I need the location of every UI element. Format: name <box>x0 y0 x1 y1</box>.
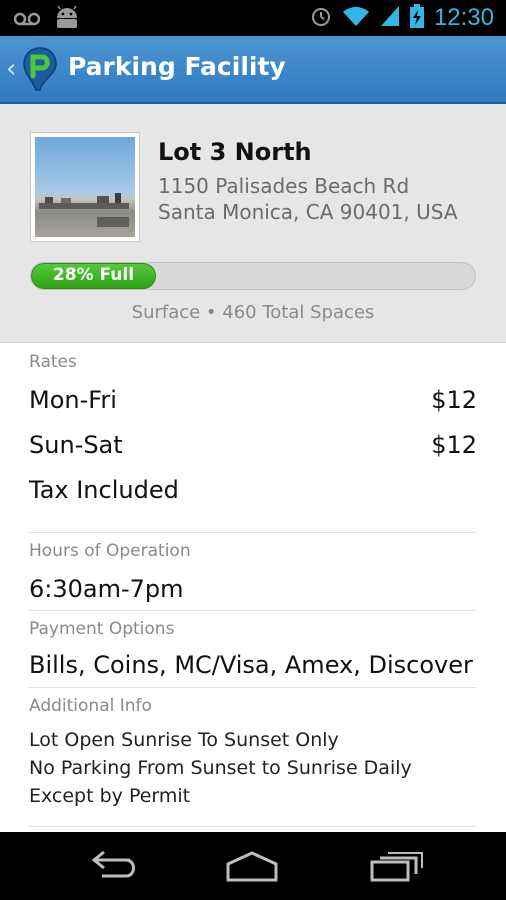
rate-value-sun-sat: $12 <box>431 431 477 459</box>
rate-value-mon-fri: $12 <box>431 386 477 414</box>
back-nav-icon[interactable] <box>82 850 142 884</box>
hours-value: 6:30am-7pm <box>29 575 184 603</box>
occupancy-bar: 28% Full <box>30 262 476 290</box>
facility-summary: Surface • 460 Total Spaces <box>131 302 375 323</box>
hours-heading: Hours of Operation <box>29 541 191 561</box>
payment-value: Bills, Coins, MC/Visa, Amex, Discover <box>29 651 473 679</box>
facility-header: Lot 3 North 1150 Palisades Beach Rd Sant… <box>0 104 506 343</box>
facility-photo[interactable] <box>30 132 140 242</box>
voicemail-icon <box>13 11 41 30</box>
battery-charging-icon <box>409 4 424 32</box>
info-line: Except by Permit <box>29 785 191 807</box>
tax-note: Tax Included <box>29 476 179 504</box>
recent-apps-icon[interactable] <box>366 850 426 884</box>
divider <box>29 610 477 611</box>
signal-icon <box>380 5 400 31</box>
rate-label-mon-fri: Mon-Fri <box>29 386 117 414</box>
android-icon <box>54 5 80 34</box>
occupancy-label: 28% Full <box>52 265 135 285</box>
parking-lot-image <box>35 137 135 237</box>
address-line-2: Santa Monica, CA 90401, USA <box>158 200 458 224</box>
rate-label-sun-sat: Sun-Sat <box>29 431 123 459</box>
back-caret-icon[interactable]: ‹ <box>6 54 16 84</box>
additional-heading: Additional Info <box>29 696 152 716</box>
navigation-bar <box>0 832 506 900</box>
facility-name: Lot 3 North <box>158 138 312 166</box>
home-nav-icon[interactable] <box>222 850 282 884</box>
status-bar: 12:30 <box>0 0 506 36</box>
divider <box>29 826 477 827</box>
status-time: 12:30 <box>433 4 494 31</box>
divider <box>29 687 477 688</box>
rates-heading: Rates <box>29 352 77 372</box>
alarm-icon <box>310 5 332 31</box>
page-title: Parking Facility <box>68 52 286 81</box>
action-bar: ‹ Parking Facility <box>0 36 506 104</box>
info-line: No Parking From Sunset to Sunrise Daily <box>29 757 412 779</box>
wifi-icon <box>342 5 370 31</box>
parking-app-logo-icon[interactable] <box>22 46 58 92</box>
payment-heading: Payment Options <box>29 619 175 639</box>
address-line-1: 1150 Palisades Beach Rd <box>158 174 410 198</box>
divider <box>29 532 477 533</box>
info-line: Lot Open Sunrise To Sunset Only <box>29 729 339 751</box>
